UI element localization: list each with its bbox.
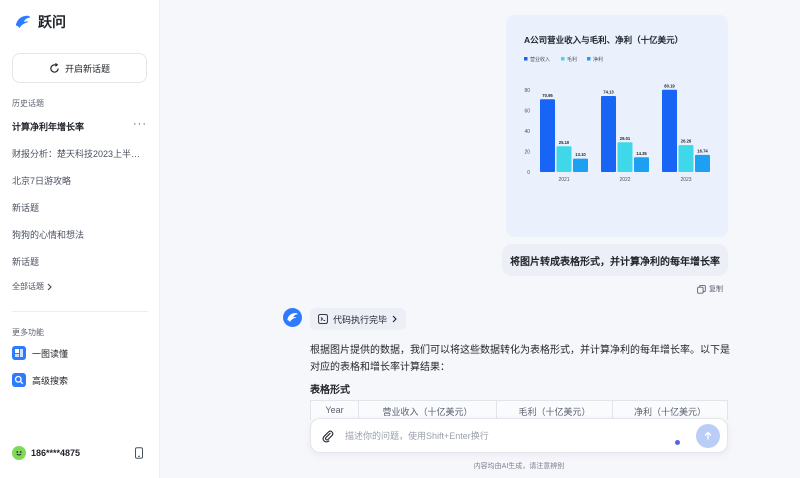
sidebar-divider	[12, 311, 148, 312]
uploaded-chart-image[interactable]: A公司营业收入与毛利、净利（十亿美元） 营业收入 毛利 净利 0 20 40 60 80 70.9…	[506, 15, 728, 237]
assistant-answer-text: 根据图片提供的数据，我们可以将这些数据转化为表格形式，并计算净利的每年增长率。以…	[310, 345, 730, 373]
user-name: 186****4875	[31, 448, 81, 458]
y-tick-label: 40	[524, 129, 530, 135]
bar	[662, 89, 677, 172]
dolphin-logo-icon	[15, 15, 31, 29]
image-read-icon	[12, 346, 26, 360]
user-message-bubble: 将图片转成表格形式，并计算净利的每年增长率	[502, 244, 728, 276]
legend-label: 净利	[593, 56, 603, 63]
history-item[interactable]: 新话题	[12, 201, 148, 214]
avatar	[12, 446, 26, 460]
new-topic-label: 开启新话题	[64, 63, 110, 74]
assistant-avatar	[283, 308, 302, 327]
bar-data-label: 26.26	[681, 139, 692, 144]
history-item[interactable]: 狗狗的心情和想法	[12, 228, 148, 241]
x-tick-label: 2021	[558, 177, 569, 183]
bar	[573, 158, 588, 172]
history-item[interactable]: 财报分析：楚天科技2023上半年业绩	[12, 147, 148, 160]
bar-data-label: 29.01	[620, 136, 631, 141]
arrow-up-icon	[704, 431, 712, 440]
legend-label: 毛利	[567, 56, 577, 63]
bar	[601, 96, 616, 172]
y-tick-label: 80	[524, 88, 530, 94]
paperclip-icon[interactable]	[321, 429, 335, 443]
more-features-label: 更多功能	[12, 328, 44, 337]
search-icon	[12, 373, 26, 387]
legend-swatch	[524, 57, 528, 61]
x-tick-label: 2023	[680, 177, 691, 183]
bar	[617, 142, 633, 172]
copy-label: 复制	[709, 286, 723, 293]
answer-subtitle: 表格形式	[310, 385, 350, 396]
legend-label: 营业收入	[530, 56, 550, 63]
y-tick-label: 60	[524, 108, 530, 114]
bar-data-label: 70.95	[542, 93, 553, 98]
copy-icon	[697, 284, 706, 294]
feature-label: 高级搜索	[32, 375, 69, 386]
send-button[interactable]	[696, 424, 720, 448]
y-tick-label: 20	[524, 149, 530, 155]
bar	[634, 157, 649, 172]
bar	[556, 146, 572, 172]
code-execution-status[interactable]: 代码执行完毕	[310, 308, 407, 330]
chat-main: A公司营业收入与毛利、净利（十亿美元） 营业收入 毛利 净利 0 20 40 60 80 70.9…	[160, 0, 800, 478]
x-tick-label: 2022	[619, 177, 630, 183]
code-status-label: 代码执行完毕	[333, 314, 388, 325]
bar-data-label: 25.10	[559, 140, 570, 145]
table-header-row: Year 营业收入（十亿美元） 毛利（十亿美元） 净利（十亿美元）	[310, 400, 728, 420]
feature-advanced-search[interactable]: 高级搜索	[12, 373, 68, 387]
chat-input-box	[310, 418, 728, 453]
app-name: 跃问	[38, 14, 66, 30]
status-dot	[675, 440, 680, 445]
legend-swatch	[587, 57, 591, 61]
ai-disclaimer: 内容均由AI生成，请注意辨别	[473, 463, 565, 470]
feature-label: 一图读懂	[32, 348, 69, 359]
bar-data-label: 74.13	[603, 90, 614, 95]
legend-swatch	[561, 57, 565, 61]
feature-image-read[interactable]: 一图读懂	[12, 346, 68, 360]
code-icon	[318, 314, 328, 324]
bar-data-label: 14.35	[636, 151, 647, 156]
history-item-active[interactable]: 计算净利年增长率	[12, 120, 130, 133]
bar	[678, 145, 694, 172]
bar-data-label: 16.74	[697, 148, 708, 153]
all-topics-label: 全部话题	[12, 282, 44, 291]
mobile-phone-icon[interactable]	[134, 447, 144, 459]
new-topic-button[interactable]: 开启新话题	[12, 53, 147, 83]
chart-title: A公司营业收入与毛利、净利（十亿美元）	[524, 35, 683, 45]
bar-data-label: 13.10	[575, 152, 586, 157]
history-item[interactable]: 新话题	[12, 255, 148, 268]
refresh-icon	[50, 62, 59, 73]
history-section-label: 历史话题	[12, 99, 44, 108]
bar	[540, 99, 555, 172]
bar-data-label: 80.19	[664, 83, 675, 88]
y-tick-label: 0	[527, 170, 530, 176]
more-options-icon[interactable]: ···	[133, 118, 147, 130]
chevron-right-icon	[47, 283, 52, 290]
copy-button[interactable]: 复制	[697, 284, 723, 294]
chevron-right-icon	[392, 315, 397, 323]
bar-chart: A公司营业收入与毛利、净利（十亿美元） 营业收入 毛利 净利 0 20 40 60 80 70.9…	[524, 35, 710, 183]
brand[interactable]: 跃问	[14, 12, 66, 32]
chat-input[interactable]	[345, 427, 645, 445]
sidebar: 跃问 开启新话题 历史话题 计算净利年增长率 ··· 财报分析：楚天科技2023…	[0, 0, 160, 478]
user-account[interactable]: 186****4875	[12, 446, 80, 460]
history-item[interactable]: 北京7日游攻略	[12, 174, 148, 187]
all-topics-link[interactable]: 全部话题	[12, 281, 53, 292]
bar	[695, 154, 710, 172]
dolphin-logo-icon	[287, 312, 298, 323]
